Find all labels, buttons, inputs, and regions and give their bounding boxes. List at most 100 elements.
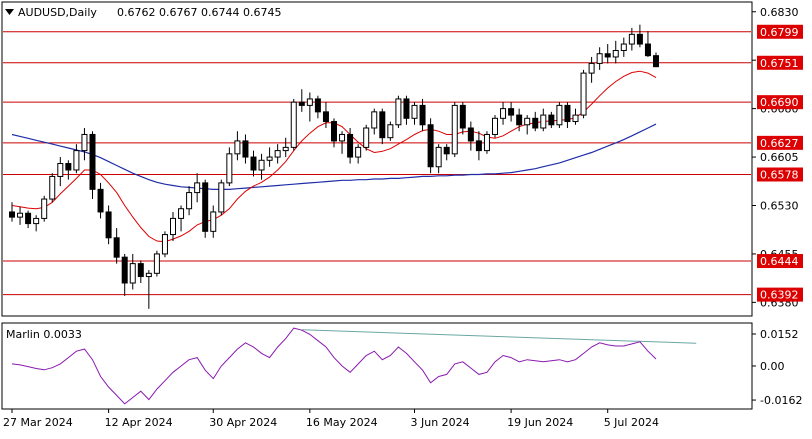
candle-body-36 xyxy=(298,101,305,106)
candle-body-39 xyxy=(322,111,329,123)
level-label-0: 0.6799 xyxy=(760,26,799,39)
chart-symbol: AUDUSD,Daily xyxy=(18,6,97,19)
level-label-1: 0.6751 xyxy=(760,57,799,70)
x-tick-label-5: 19 Jun 2024 xyxy=(507,416,573,429)
osc-tick-label-0: 0.0152 xyxy=(760,328,799,341)
level-label-6: 0.6392 xyxy=(760,289,799,302)
candle-body-10 xyxy=(89,133,96,190)
candle-body-68 xyxy=(556,104,563,126)
candle-body-41 xyxy=(339,133,346,142)
candle-body-51 xyxy=(419,104,426,126)
candle-body-58 xyxy=(475,140,482,152)
level-label-3: 0.6627 xyxy=(760,137,799,150)
candle-body-79 xyxy=(644,43,651,57)
candle-body-11 xyxy=(97,188,104,213)
candle-body-33 xyxy=(274,150,281,158)
candle-body-9 xyxy=(81,133,88,152)
candle-body-6 xyxy=(57,163,64,177)
candle-body-34 xyxy=(282,146,289,152)
candle-body-48 xyxy=(395,98,402,126)
candle-body-55 xyxy=(451,104,458,155)
candle-body-59 xyxy=(483,133,490,152)
candle-body-26 xyxy=(218,182,225,213)
candle-body-52 xyxy=(427,124,434,168)
candle-body-80 xyxy=(653,55,659,68)
candle-body-30 xyxy=(250,156,257,171)
candle-body-61 xyxy=(500,108,507,119)
indicator-label: Marlin 0.0033 xyxy=(6,328,82,341)
candle-body-35 xyxy=(290,101,297,148)
candle-body-16 xyxy=(137,263,144,278)
candle-body-14 xyxy=(121,256,128,284)
candle-body-12 xyxy=(105,211,112,239)
candle-body-56 xyxy=(459,104,466,129)
candle-body-2 xyxy=(25,212,32,225)
candle-body-70 xyxy=(572,114,579,123)
x-tick-label-3: 16 May 2024 xyxy=(306,416,378,429)
candle-body-24 xyxy=(202,182,209,232)
candle-body-18 xyxy=(153,253,160,274)
candle-body-29 xyxy=(242,140,249,158)
candle-body-28 xyxy=(234,140,241,155)
candle-body-1 xyxy=(17,212,24,218)
candle-body-40 xyxy=(331,121,337,142)
osc-tick-label-2: -0.0162 xyxy=(760,394,802,407)
candle-body-78 xyxy=(636,33,643,45)
candle-body-73 xyxy=(596,53,603,64)
candle-body-32 xyxy=(266,156,273,161)
y-tick-label-3: 0.6605 xyxy=(760,151,799,164)
x-tick-label-6: 5 Jul 2024 xyxy=(604,416,659,429)
candle-body-17 xyxy=(145,272,152,278)
candle-body-3 xyxy=(33,217,40,225)
candle-body-43 xyxy=(355,146,362,158)
candle-body-67 xyxy=(548,114,555,126)
candle-body-53 xyxy=(435,146,442,168)
candle-body-74 xyxy=(604,53,611,58)
candle-body-77 xyxy=(628,33,635,45)
candle-body-21 xyxy=(178,208,185,219)
candle-body-15 xyxy=(129,263,136,284)
candle-body-50 xyxy=(411,104,418,119)
candle-body-22 xyxy=(186,192,193,210)
level-label-2: 0.6690 xyxy=(760,96,799,109)
y-tick-label-0: 0.6830 xyxy=(760,6,799,19)
candle-body-19 xyxy=(161,234,168,255)
candle-body-63 xyxy=(516,114,523,126)
candle-body-47 xyxy=(387,124,394,139)
chart-background xyxy=(0,0,812,435)
x-tick-label-0: 27 Mar 2024 xyxy=(3,416,73,429)
candle-body-57 xyxy=(467,127,474,142)
price-chart: 0.68300.67550.66800.66050.65300.64550.63… xyxy=(0,0,812,435)
candle-body-64 xyxy=(524,117,531,126)
candle-body-4 xyxy=(41,198,48,219)
candle-body-69 xyxy=(564,104,571,123)
candle-body-75 xyxy=(612,50,619,58)
candle-body-25 xyxy=(210,211,217,232)
x-tick-label-2: 30 Apr 2024 xyxy=(209,416,277,429)
candle-body-5 xyxy=(49,175,56,200)
candle-body-45 xyxy=(371,111,378,129)
candle-body-65 xyxy=(532,117,539,129)
candle-body-0 xyxy=(9,211,15,218)
candle-body-66 xyxy=(540,114,547,129)
candle-body-7 xyxy=(65,163,72,171)
candle-body-46 xyxy=(379,111,386,139)
candle-body-54 xyxy=(443,146,450,155)
candle-body-76 xyxy=(620,43,627,52)
level-label-5: 0.6444 xyxy=(760,255,799,268)
candle-body-8 xyxy=(73,150,80,171)
candle-body-23 xyxy=(194,182,201,194)
candle-body-37 xyxy=(306,98,313,106)
candle-body-20 xyxy=(170,217,176,236)
candle-body-27 xyxy=(226,153,233,184)
chart-ohlc: 0.6762 0.6767 0.6744 0.6745 xyxy=(117,6,281,19)
candle-body-62 xyxy=(508,108,515,116)
osc-tick-label-1: 0.00 xyxy=(760,360,785,373)
x-tick-label-1: 12 Apr 2024 xyxy=(105,416,173,429)
candle-body-44 xyxy=(363,127,370,148)
level-label-4: 0.6578 xyxy=(760,169,799,182)
candle-body-31 xyxy=(258,159,265,171)
candle-body-71 xyxy=(580,72,587,116)
candle-body-60 xyxy=(492,117,498,135)
candle-body-42 xyxy=(347,133,354,158)
